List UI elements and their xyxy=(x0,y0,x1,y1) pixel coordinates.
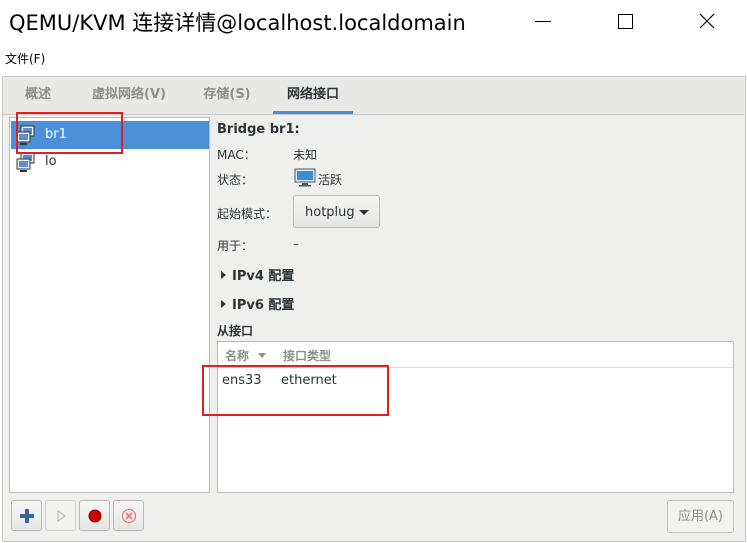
delete-icon xyxy=(121,508,136,523)
tab-overview[interactable]: 概述 xyxy=(8,78,68,114)
menu-bar: 文件(F) xyxy=(0,48,747,70)
tab-network-interfaces[interactable]: 网络接口 xyxy=(273,78,353,114)
state-value: 活跃 xyxy=(318,173,343,187)
maximize-button[interactable] xyxy=(602,0,648,42)
apply-button[interactable]: 应用(A) xyxy=(667,500,734,533)
sort-arrow-icon xyxy=(258,353,266,358)
state-label: 状态： xyxy=(217,173,254,187)
start-mode-label: 起始模式： xyxy=(217,207,278,221)
ipv4-expander[interactable]: IPv4 配置 xyxy=(221,265,294,284)
menu-file[interactable]: 文件(F) xyxy=(5,50,45,67)
slave-interfaces-table: 名称 接口类型 ens33 ethernet xyxy=(217,341,734,493)
start-mode-dropdown[interactable]: hotplug xyxy=(293,195,380,228)
stop-icon xyxy=(88,509,101,522)
monitor-icon xyxy=(294,168,316,191)
chevron-down-icon xyxy=(359,210,369,215)
expander-arrow-icon xyxy=(221,271,226,279)
maximize-icon xyxy=(617,13,633,29)
window-title: QEMU/KVM 连接详情@localhost.localdomain xyxy=(9,11,466,35)
ipv6-expander[interactable]: IPv6 配置 xyxy=(221,294,294,313)
stop-interface-button[interactable] xyxy=(79,500,110,531)
start-mode-value: hotplug xyxy=(305,205,355,220)
expander-arrow-icon xyxy=(221,300,226,308)
highlight-box-br1 xyxy=(16,112,123,154)
tab-virtual-networks[interactable]: 虚拟网络(V) xyxy=(75,78,183,114)
network-interface-icon xyxy=(15,151,37,177)
interface-list: br1 lo xyxy=(9,117,210,493)
minimize-icon xyxy=(535,20,551,22)
add-icon xyxy=(19,508,34,523)
in-use-label: 用于： xyxy=(217,239,254,253)
tab-bar: 概述 虚拟网络(V) 存储(S) 网络接口 xyxy=(3,78,744,115)
mac-value: 未知 xyxy=(293,148,318,162)
play-icon xyxy=(57,509,66,522)
minimize-button[interactable] xyxy=(520,0,566,42)
close-button[interactable] xyxy=(684,0,730,42)
tab-storage[interactable]: 存储(S) xyxy=(189,78,265,114)
delete-interface-button[interactable] xyxy=(113,500,144,531)
slave-interfaces-header: 从接口 xyxy=(217,324,254,338)
close-icon xyxy=(699,13,715,29)
highlight-box-slave-row xyxy=(202,365,389,416)
mac-label: MAC： xyxy=(217,148,256,162)
start-interface-button[interactable] xyxy=(45,500,76,531)
ipv4-label: IPv4 配置 xyxy=(232,269,295,284)
details-header: Bridge br1: xyxy=(217,122,300,137)
interface-label: lo xyxy=(45,154,57,169)
add-interface-button[interactable] xyxy=(11,500,42,531)
title-bar: QEMU/KVM 连接详情@localhost.localdomain xyxy=(0,0,747,42)
ipv6-label: IPv6 配置 xyxy=(232,298,295,313)
in-use-value: – xyxy=(293,237,299,251)
